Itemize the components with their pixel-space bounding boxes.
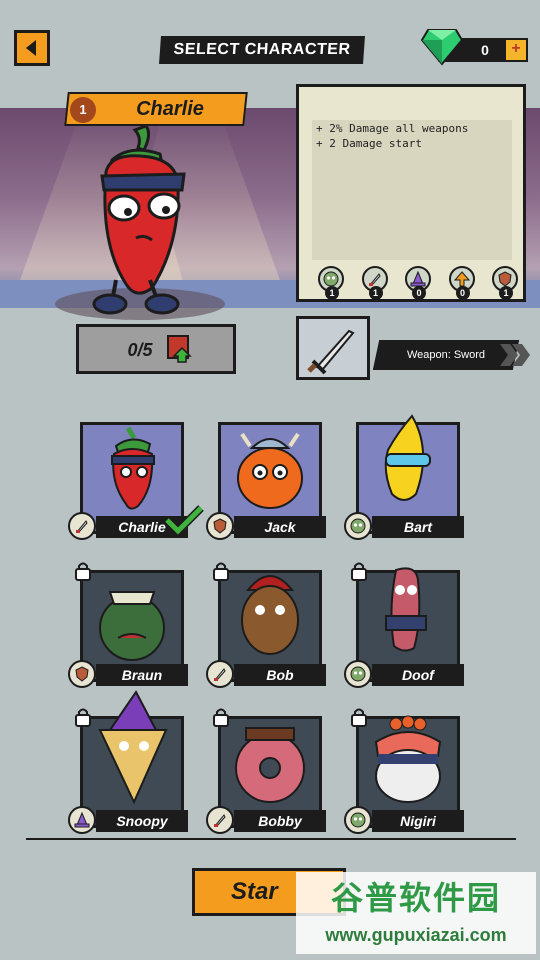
lock-icon (210, 706, 232, 728)
bonus-value: 0 (455, 286, 470, 300)
page-title: SELECT CHARACTER (159, 36, 365, 64)
shield-icon (68, 660, 96, 688)
card-upgrade-icon (167, 335, 192, 363)
gem-icon (420, 29, 464, 66)
character-name: Braun (96, 664, 188, 686)
gem-count: 0 (481, 42, 489, 58)
lock-icon (72, 560, 94, 582)
perk-line: + 2 Damage start (316, 137, 422, 150)
bob-potato-portrait (241, 575, 299, 655)
jack-pumpkin-portrait (237, 432, 303, 509)
character-card-bart[interactable]: Bart (344, 414, 464, 540)
zombie-head-icon (344, 660, 372, 688)
shield-icon (206, 512, 234, 540)
braun-watermelon-portrait (99, 591, 165, 661)
lock-icon (348, 560, 370, 582)
bobby-donut-portrait (235, 727, 305, 803)
lock-icon (210, 560, 232, 582)
weapon-label: Weapon: Sword (406, 349, 486, 361)
knife-icon (206, 806, 234, 834)
character-name: Charlie (136, 98, 204, 120)
bonus-value: 1 (499, 286, 513, 300)
character-name: Nigiri (372, 810, 464, 832)
character-name: Snoopy (96, 810, 188, 832)
unlock-progress-text: 0/5 (127, 340, 153, 360)
charlie-pepper-portrait (111, 426, 155, 510)
bonus-value: 1 (368, 286, 383, 300)
bonus-row: 1 1 0 0 1 (318, 266, 518, 300)
bonus-knife: 1 (361, 266, 388, 300)
snoopy-pizza-portrait (98, 690, 168, 805)
bonus-value: 0 (412, 286, 426, 300)
bart-banana-portrait (384, 414, 431, 501)
knife-icon (68, 512, 96, 540)
bonus-shield: 1 (492, 266, 518, 300)
perk-list: + 2% Damage all weapons + 2 Damage start (312, 120, 512, 260)
character-name: Bobby (234, 810, 326, 832)
doof-sausage-portrait (385, 567, 427, 652)
lock-icon (348, 706, 370, 728)
zombie-head-icon (344, 806, 372, 834)
bonus-value: 1 (325, 286, 339, 300)
character-card-snoopy[interactable]: Snoopy (68, 690, 188, 834)
character-card-bob[interactable]: Bob (206, 562, 326, 688)
character-name: Doof (372, 664, 464, 686)
character-card-bobby[interactable]: Bobby (206, 708, 326, 834)
nigiri-sushi-portrait (374, 715, 442, 803)
back-button[interactable] (14, 30, 50, 66)
grid-divider (26, 838, 516, 840)
knife-icon (206, 660, 234, 688)
character-card-braun[interactable]: Braun (68, 562, 188, 688)
character-name: Bob (234, 664, 326, 686)
character-card-jack[interactable]: Jack (206, 422, 326, 540)
character-name: Bart (372, 516, 464, 538)
character-name: Jack (234, 516, 326, 538)
zombie-head-icon (344, 512, 372, 540)
wizard-hat-icon (68, 806, 96, 834)
arrow-left-icon (26, 40, 36, 56)
bonus-arrow: 0 (448, 266, 475, 300)
weapon-slot[interactable] (296, 316, 370, 380)
selected-check-icon (164, 505, 204, 536)
add-gems-button[interactable]: + (504, 38, 528, 62)
sword-icon (307, 329, 355, 375)
charlie-pepper-character (55, 124, 225, 320)
character-rank: 1 (70, 97, 96, 123)
bonus-wizard: 0 (405, 266, 431, 300)
character-card-charlie[interactable]: Charlie (68, 422, 204, 540)
bonus-zombie: 1 (318, 266, 344, 300)
character-card-doof[interactable]: Doof (344, 562, 464, 688)
perk-line: + 2% Damage all weapons (316, 122, 469, 135)
chevrons-right-icon (500, 344, 530, 366)
watermark-url: www.gupuxiazai.com (325, 925, 507, 945)
watermark-text: 谷普软件园 (330, 879, 501, 917)
lock-icon (72, 706, 94, 728)
character-card-nigiri[interactable]: Nigiri (344, 708, 464, 834)
